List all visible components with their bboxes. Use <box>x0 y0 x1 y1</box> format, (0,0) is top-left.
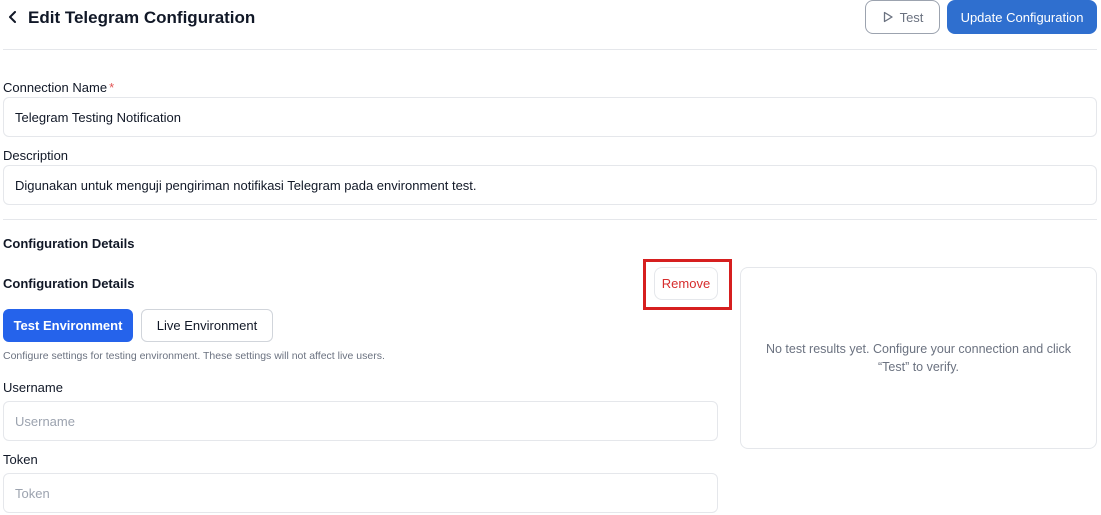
environment-helper-text: Configure settings for testing environme… <box>3 350 385 362</box>
connection-name-value: Telegram Testing Notification <box>15 109 181 125</box>
connection-name-label: Connection Name * <box>3 80 115 95</box>
play-icon <box>883 11 893 23</box>
tab-test-environment[interactable]: Test Environment <box>3 309 133 342</box>
connection-name-input[interactable]: Telegram Testing Notification <box>3 97 1097 137</box>
description-label: Description <box>3 148 69 163</box>
update-configuration-button[interactable]: Update Configuration <box>947 0 1097 34</box>
username-label: Username <box>3 380 63 395</box>
empty-results-text: No test results yet. Configure your conn… <box>765 342 1071 374</box>
configuration-section-title: Configuration Details <box>3 236 135 251</box>
test-button-label: Test <box>899 9 924 25</box>
tab-live-environment[interactable]: Live Environment <box>141 309 273 342</box>
username-input[interactable]: Username <box>3 401 718 441</box>
username-placeholder: Username <box>15 413 75 429</box>
page-header: Edit Telegram Configuration Test Update … <box>0 0 1101 50</box>
section-divider <box>3 219 1097 220</box>
remove-button[interactable]: Remove <box>654 267 718 300</box>
test-results-panel: No test results yet. Configure your conn… <box>740 267 1097 449</box>
back-button[interactable] <box>4 8 22 26</box>
description-value: Digunakan untuk menguji pengiriman notif… <box>15 177 477 193</box>
header-divider <box>3 49 1097 50</box>
token-input[interactable]: Token <box>3 473 718 513</box>
test-button[interactable]: Test <box>865 0 940 34</box>
token-label: Token <box>3 452 38 467</box>
page-title: Edit Telegram Configuration <box>28 8 256 27</box>
configuration-subsection-title: Configuration Details <box>3 276 135 291</box>
chevron-left-icon <box>9 11 16 23</box>
required-mark: * <box>109 80 115 95</box>
description-input[interactable]: Digunakan untuk menguji pengiriman notif… <box>3 165 1097 205</box>
token-placeholder: Token <box>15 485 50 501</box>
